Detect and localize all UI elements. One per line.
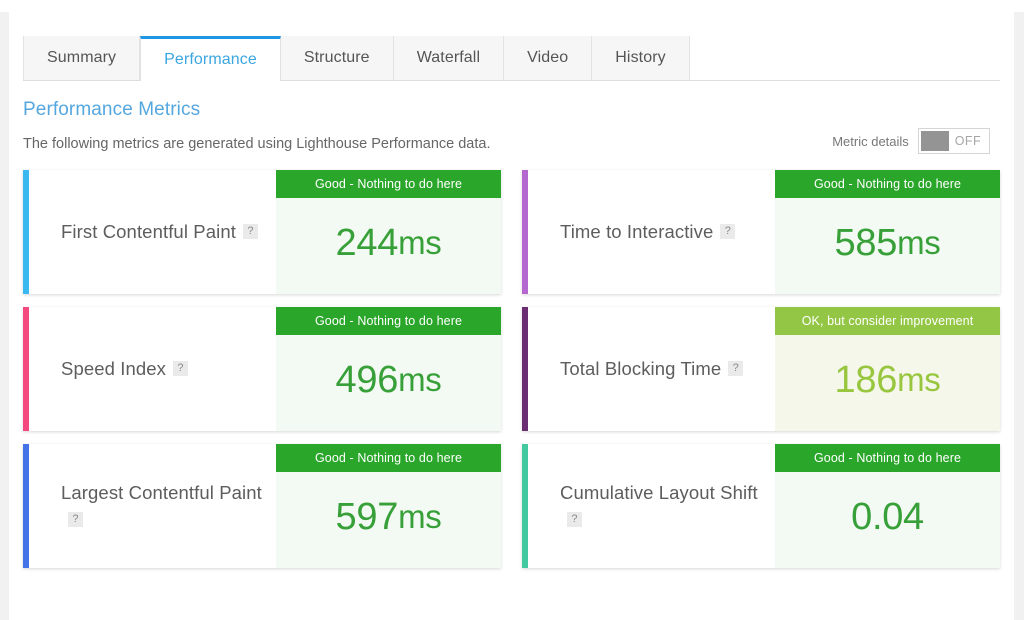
metric-label-text: Largest Contentful Paint? xyxy=(61,480,262,533)
metric-details-control: Metric details OFF xyxy=(832,128,990,154)
metric-value-unit: ms xyxy=(897,361,941,398)
toggle-knob[interactable] xyxy=(920,131,949,151)
metric-value-number: 597 xyxy=(335,495,399,538)
metric-name: Speed Index xyxy=(61,357,166,379)
metric-value-unit: ms xyxy=(398,224,442,261)
window-frame-right xyxy=(1014,12,1024,620)
metric-label-text: Speed Index? xyxy=(61,356,188,382)
tab-waterfall[interactable]: Waterfall xyxy=(393,36,505,80)
metric-value: 0.04 xyxy=(775,472,1000,568)
metric-card: Time to Interactive? Good - Nothing to do… xyxy=(522,170,1000,294)
metric-value-area: OK, but consider improvement 186 ms xyxy=(775,307,1000,431)
help-icon[interactable]: ? xyxy=(728,361,744,377)
metric-card: Total Blocking Time? OK, but consider imp… xyxy=(522,307,1000,431)
metric-value-area: Good - Nothing to do here 0.04 xyxy=(775,444,1000,568)
metric-value-number: 585 xyxy=(834,221,898,264)
status-badge: Good - Nothing to do here xyxy=(775,444,1000,472)
help-icon[interactable]: ? xyxy=(68,511,83,527)
tab-bar: Summary Performance Structure Waterfall Vide… xyxy=(23,36,1000,81)
help-icon[interactable]: ? xyxy=(567,511,582,527)
metric-details-label: Metric details xyxy=(832,133,909,149)
tab-performance[interactable]: Performance xyxy=(140,36,281,81)
metric-value-unit: ms xyxy=(398,361,442,398)
page-content: Summary Performance Structure Waterfall Vide… xyxy=(9,0,1014,620)
tab-history[interactable]: History xyxy=(592,36,690,80)
help-icon[interactable]: ? xyxy=(173,361,188,377)
status-badge: Good - Nothing to do here xyxy=(276,307,501,335)
metric-label-area: Total Blocking Time? xyxy=(528,307,775,431)
tab-list: Summary Performance Structure Waterfall Vide… xyxy=(23,36,1000,81)
metric-name: Largest Contentful Paint xyxy=(61,481,262,503)
status-badge: OK, but consider improvement xyxy=(775,307,1000,335)
status-badge: Good - Nothing to do here xyxy=(775,170,1000,198)
metric-value-number: 496 xyxy=(335,358,399,401)
performance-report-page: Summary Performance Structure Waterfall Vide… xyxy=(0,0,1024,620)
metric-label-area: Speed Index? xyxy=(29,307,276,431)
metric-value-unit: ms xyxy=(398,498,442,535)
metric-label-text: Time to Interactive? xyxy=(560,219,736,245)
metric-value-unit: ms xyxy=(897,224,941,261)
tab-summary[interactable]: Summary xyxy=(23,36,141,80)
metrics-grid: First Contentful Paint? Good - Nothing to… xyxy=(23,170,1000,568)
metric-value-area: Good - Nothing to do here 585 ms xyxy=(775,170,1000,294)
metric-value-area: Good - Nothing to do here 597 ms xyxy=(276,444,501,568)
metric-value-area: Good - Nothing to do here 244 ms xyxy=(276,170,501,294)
metric-label-area: Time to Interactive? xyxy=(528,170,775,294)
metric-card: Speed Index? Good - Nothing to do here 496… xyxy=(23,307,501,431)
metric-details-toggle[interactable]: OFF xyxy=(917,128,990,154)
toggle-state-label: OFF xyxy=(954,134,981,148)
metric-label-area: Largest Contentful Paint? xyxy=(29,444,276,568)
metric-label-text: Total Blocking Time? xyxy=(560,356,744,382)
metric-value: 585 ms xyxy=(775,198,1000,294)
metric-label-text: Cumulative Layout Shift? xyxy=(560,480,761,533)
metric-value: 496 ms xyxy=(276,335,501,431)
metric-card: First Contentful Paint? Good - Nothing to… xyxy=(23,170,501,294)
help-icon[interactable]: ? xyxy=(720,224,736,240)
metric-card: Largest Contentful Paint? Good - Nothing … xyxy=(23,444,501,568)
metric-name: Time to Interactive xyxy=(560,220,714,242)
help-icon[interactable]: ? xyxy=(242,224,258,240)
tab-structure[interactable]: Structure xyxy=(280,36,394,80)
metric-label-text: First Contentful Paint? xyxy=(61,219,258,245)
metric-value: 597 ms xyxy=(276,472,501,568)
metric-name: First Contentful Paint xyxy=(61,220,236,242)
metric-label-area: First Contentful Paint? xyxy=(29,170,276,294)
tab-video[interactable]: Video xyxy=(504,36,593,80)
metric-value-number: 244 xyxy=(335,221,399,264)
window-frame-left xyxy=(0,12,9,620)
page-title: Performance Metrics xyxy=(23,99,201,120)
metric-label-area: Cumulative Layout Shift? xyxy=(528,444,775,568)
metric-name: Total Blocking Time xyxy=(560,357,722,379)
metric-card: Cumulative Layout Shift? Good - Nothing t… xyxy=(522,444,1000,568)
metric-value: 244 ms xyxy=(276,198,501,294)
page-subtitle: The following metrics are generated usin… xyxy=(23,136,491,152)
metric-value-number: 186 xyxy=(834,358,898,401)
status-badge: Good - Nothing to do here xyxy=(276,170,501,198)
metric-value-number: 0.04 xyxy=(851,495,924,538)
metric-value-area: Good - Nothing to do here 496 ms xyxy=(276,307,501,431)
metric-value: 186 ms xyxy=(775,335,1000,431)
metric-name: Cumulative Layout Shift xyxy=(560,481,758,503)
status-badge: Good - Nothing to do here xyxy=(276,444,501,472)
